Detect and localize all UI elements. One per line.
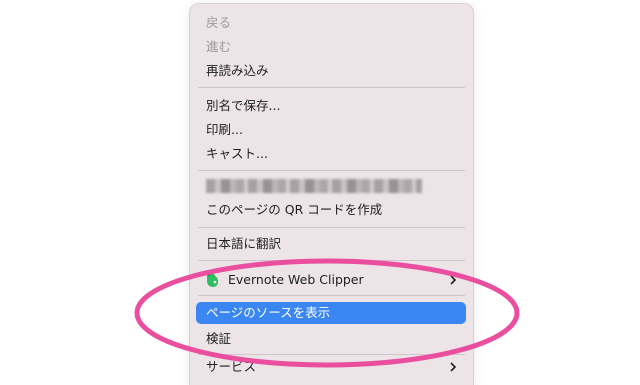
chevron-right-icon <box>450 275 457 285</box>
menu-item-back[interactable]: 戻る <box>206 12 231 34</box>
menu-item-cast[interactable]: キャスト... <box>206 143 268 165</box>
menu-item-reload[interactable]: 再読み込み <box>206 60 269 82</box>
menu-item-forward[interactable]: 進む <box>206 36 231 58</box>
menu-separator <box>198 354 465 355</box>
menu-item-evernote[interactable]: Evernote Web Clipper <box>228 269 364 291</box>
menu-item-inspect[interactable]: 検証 <box>206 328 231 350</box>
menu-item-print[interactable]: 印刷... <box>206 119 243 141</box>
menu-separator <box>198 227 465 228</box>
menu-separator <box>198 87 465 88</box>
menu-item-create-qr[interactable]: このページの QR コードを作成 <box>206 199 382 221</box>
menu-item-save-as[interactable]: 別名で保存... <box>206 95 280 117</box>
menu-item-view-source-label: ページのソースを表示 <box>206 305 331 320</box>
menu-separator <box>198 295 465 296</box>
menu-item-services[interactable]: サービス <box>206 356 256 378</box>
menu-item-view-source[interactable]: ページのソースを表示 <box>196 302 466 324</box>
blurred-menu-item[interactable] <box>206 179 422 193</box>
menu-separator <box>198 170 465 171</box>
evernote-elephant-icon <box>207 273 218 287</box>
menu-item-translate[interactable]: 日本語に翻訳 <box>206 233 281 255</box>
context-menu: 戻る 進む 再読み込み 別名で保存... 印刷... キャスト... このページ… <box>189 3 474 385</box>
menu-separator <box>198 260 465 261</box>
chevron-right-icon <box>450 362 457 372</box>
